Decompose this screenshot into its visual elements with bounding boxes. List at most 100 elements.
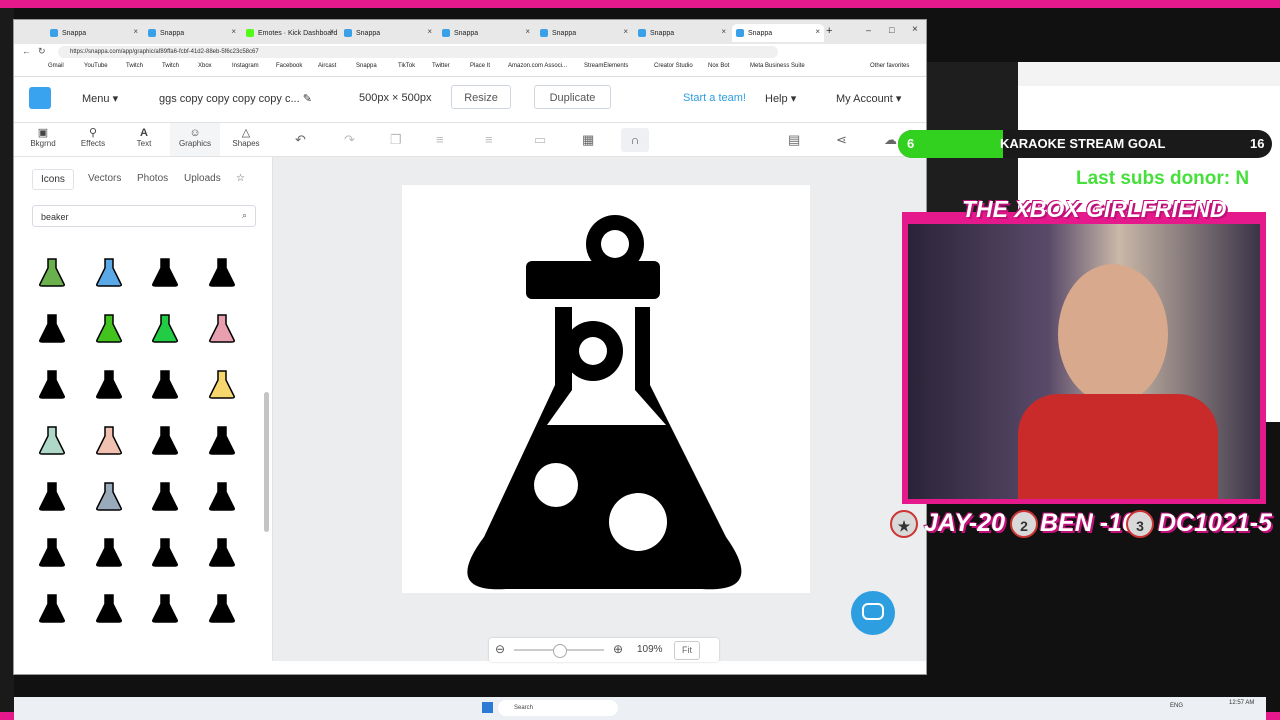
search-input[interactable]: beaker [32, 205, 256, 227]
bookmark-item[interactable]: TikTok [398, 63, 415, 69]
beaker-result-icon[interactable] [202, 420, 242, 460]
taskbar-search[interactable]: Search [498, 700, 618, 716]
bring-forward-icon[interactable]: ≡ [485, 132, 493, 147]
close-tab-icon[interactable]: × [133, 27, 138, 36]
close-tab-icon[interactable]: × [427, 27, 432, 36]
beaker-result-icon[interactable] [145, 588, 185, 628]
beaker-result-icon[interactable] [89, 252, 129, 292]
beaker-result-icon[interactable] [145, 252, 185, 292]
bookmark-item[interactable]: Xbox [198, 63, 212, 69]
beaker-result-icon[interactable] [89, 308, 129, 348]
send-backward-icon[interactable]: ≡ [436, 132, 444, 147]
close-tab-icon[interactable]: × [329, 27, 334, 36]
bookmark-item[interactable]: YouTube [84, 63, 108, 69]
beaker-result-icon[interactable] [32, 252, 72, 292]
share-icon[interactable]: ⋖ [836, 132, 847, 148]
panel-scrollbar[interactable] [264, 392, 269, 532]
tab-background[interactable]: ▣ Bkgrnd [18, 123, 68, 156]
beaker-result-icon[interactable] [89, 588, 129, 628]
beaker-result-icon[interactable] [202, 364, 242, 404]
beaker-result-icon[interactable] [145, 532, 185, 572]
chat-help-button[interactable] [851, 591, 895, 635]
beaker-result-icon[interactable] [32, 476, 72, 516]
beaker-result-icon[interactable] [32, 308, 72, 348]
document-title[interactable]: ggs copy copy copy copy c... ✎ [159, 92, 312, 105]
search-icon[interactable]: ⌕ [242, 210, 247, 221]
subtab-photos[interactable]: Photos [137, 173, 168, 184]
snappa-logo[interactable] [29, 87, 51, 109]
bookmark-item[interactable]: Snappa [356, 63, 377, 69]
zoom-slider-handle[interactable] [553, 644, 567, 658]
browser-tab[interactable]: Snappa × [340, 24, 436, 42]
back-icon[interactable]: ← [22, 46, 31, 56]
beaker-result-icon[interactable] [145, 364, 185, 404]
browser-tab[interactable]: Snappa × [438, 24, 534, 42]
subtab-uploads[interactable]: Uploads [184, 173, 221, 184]
menu-button[interactable]: Menu ▾ [82, 92, 118, 105]
beaker-result-icon[interactable] [202, 252, 242, 292]
beaker-result-icon[interactable] [202, 476, 242, 516]
url-field[interactable]: https://snappa.com/app/graphic/af89ffa6-… [58, 46, 778, 58]
close-tab-icon[interactable]: × [721, 27, 726, 36]
subtab-icons[interactable]: Icons [32, 169, 74, 190]
fit-button[interactable]: Fit [674, 641, 700, 660]
flask-icon[interactable] [402, 185, 810, 593]
tab-effects[interactable]: ⚲ Effects [68, 123, 118, 156]
beaker-result-icon[interactable] [32, 364, 72, 404]
zoom-out-icon[interactable]: ⊖ [495, 642, 505, 656]
browser-tab[interactable]: Snappa × [46, 24, 142, 42]
tab-graphics[interactable]: ☺ Graphics [170, 123, 220, 156]
trash-icon[interactable]: ▭ [534, 132, 546, 148]
browser-tab[interactable]: Emotes · Kick Dashboard × [242, 24, 338, 42]
duplicate-button[interactable]: Duplicate [534, 85, 611, 109]
bookmark-item[interactable]: Aircast [318, 63, 336, 69]
beaker-result-icon[interactable] [89, 420, 129, 460]
beaker-result-icon[interactable] [89, 476, 129, 516]
redo-icon[interactable]: ↷ [344, 132, 355, 148]
close-tab-icon[interactable]: × [623, 27, 628, 36]
beaker-result-icon[interactable] [202, 588, 242, 628]
bookmark-item[interactable]: Place It [470, 63, 490, 69]
bookmark-item[interactable]: Nox Bot [708, 63, 729, 69]
start-team-link[interactable]: Start a team! [683, 92, 746, 104]
close-window-icon[interactable]: × [912, 24, 918, 35]
bookmark-item[interactable]: Instagram [232, 63, 259, 69]
beaker-result-icon[interactable] [145, 420, 185, 460]
tab-shapes[interactable]: △ Shapes [221, 123, 271, 156]
new-tab-icon[interactable]: + [826, 25, 832, 37]
close-tab-icon[interactable]: × [815, 27, 820, 36]
tab-text[interactable]: A Text [119, 123, 169, 156]
bookmark-item[interactable]: Twitch [126, 63, 143, 69]
account-menu[interactable]: My Account ▾ [836, 92, 901, 105]
beaker-result-icon[interactable] [145, 308, 185, 348]
resize-button[interactable]: Resize [451, 85, 511, 109]
beaker-result-icon[interactable] [202, 532, 242, 572]
copy-icon[interactable]: ❐ [390, 132, 402, 148]
save-icon[interactable]: ▤ [788, 132, 800, 148]
beaker-result-icon[interactable] [202, 308, 242, 348]
close-tab-icon[interactable]: × [231, 27, 236, 36]
subtab-vectors[interactable]: Vectors [88, 173, 121, 184]
beaker-result-icon[interactable] [32, 532, 72, 572]
minimize-icon[interactable]: – [866, 25, 871, 35]
beaker-result-icon[interactable] [32, 420, 72, 460]
beaker-result-icon[interactable] [89, 532, 129, 572]
grid-icon[interactable]: ▦ [582, 132, 594, 148]
undo-icon[interactable]: ↶ [295, 132, 306, 148]
star-icon[interactable]: ☆ [236, 173, 245, 184]
bookmark-item[interactable]: Gmail [48, 63, 64, 69]
windows-start-icon[interactable] [482, 702, 493, 713]
refresh-icon[interactable]: ↻ [38, 46, 46, 57]
browser-tab[interactable]: Snappa × [536, 24, 632, 42]
bookmark-item[interactable]: Other favorites [870, 63, 909, 69]
zoom-in-icon[interactable]: ⊕ [613, 642, 623, 656]
close-tab-icon[interactable]: × [525, 27, 530, 36]
browser-tab-active[interactable]: Snappa × [732, 24, 824, 42]
maximize-icon[interactable]: □ [889, 25, 894, 35]
browser-tab[interactable]: Snappa × [144, 24, 240, 42]
bookmark-item[interactable]: Twitch [162, 63, 179, 69]
bookmark-item[interactable]: Facebook [276, 63, 302, 69]
beaker-result-icon[interactable] [89, 364, 129, 404]
help-menu[interactable]: Help ▾ [765, 92, 796, 105]
pencil-icon[interactable]: ✎ [303, 93, 312, 105]
